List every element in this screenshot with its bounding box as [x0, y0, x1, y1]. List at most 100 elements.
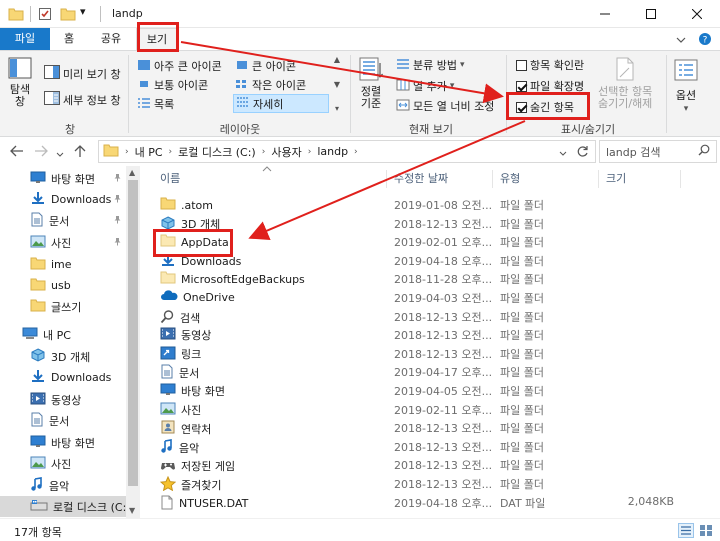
- file-date-cell: 2018-12-13 오전...: [394, 217, 492, 231]
- table-row[interactable]: Downloads 2019-04-18 오후... 파일 폴더: [154, 251, 714, 269]
- add-columns-button[interactable]: 열 추가 ▾: [396, 78, 454, 94]
- layout-list[interactable]: 목록: [137, 96, 174, 112]
- file-extensions-toggle[interactable]: 파일 확장명: [516, 78, 584, 94]
- quick-access-dropdown[interactable]: ▾: [80, 5, 86, 18]
- chevron-down-icon[interactable]: [676, 34, 686, 47]
- item-checkboxes-checkbox[interactable]: [516, 59, 527, 71]
- hide-selected-button[interactable]: 선택한 항목 숨기기/해제: [598, 57, 652, 110]
- table-row[interactable]: .atom 2019-01-08 오전... 파일 폴더: [154, 195, 714, 213]
- file-type-cell: 파일 폴더: [500, 366, 544, 380]
- sidebar-item-item-13[interactable]: 사진: [0, 453, 126, 474]
- properties-icon[interactable]: [38, 7, 52, 24]
- sidebar-item-item-3[interactable]: 사진: [0, 232, 126, 253]
- table-row[interactable]: 동영상 2018-12-13 오전... 파일 폴더: [154, 325, 714, 343]
- close-button[interactable]: [674, 0, 720, 28]
- table-row[interactable]: 3D 개체 2018-12-13 오전... 파일 폴더: [154, 214, 714, 232]
- tab-file[interactable]: 파일: [0, 28, 50, 50]
- scroll-up-icon[interactable]: ▲: [129, 168, 135, 177]
- group-by-button[interactable]: 분류 방법 ▾: [396, 57, 465, 73]
- table-row[interactable]: 음악 2018-12-13 오전... 파일 폴더: [154, 437, 714, 455]
- file-extensions-checkbox[interactable]: [516, 80, 527, 92]
- file-date-cell: 2018-12-13 오전...: [394, 478, 492, 491]
- table-row[interactable]: 즐겨찾기 2018-12-13 오전... 파일 폴더: [154, 474, 714, 492]
- sidebar-item-pc[interactable]: 내 PC: [0, 324, 126, 345]
- minimize-button[interactable]: [582, 0, 628, 28]
- table-row[interactable]: 저장된 게임 2018-12-13 오전... 파일 폴더: [154, 455, 714, 473]
- table-row[interactable]: MicrosoftEdgeBackups 2018-11-28 오후... 파일…: [154, 269, 714, 287]
- tab-view[interactable]: 보기: [136, 28, 178, 50]
- sidebar-item-item-0[interactable]: 바탕 화면: [0, 168, 126, 189]
- layout-details[interactable]: 자세히: [233, 94, 329, 113]
- back-arrow-icon[interactable]: [10, 145, 24, 160]
- breadcrumb-this-pc[interactable]: 내 PC: [135, 144, 163, 160]
- tab-home[interactable]: 홈: [54, 28, 84, 50]
- sidebar-item-item-12[interactable]: 바탕 화면: [0, 432, 126, 453]
- address-bar[interactable]: › 내 PC › 로컬 디스크 (C:) › 사용자 › landp ›: [98, 140, 596, 163]
- sidebar-item-downloads[interactable]: Downloads: [0, 189, 126, 210]
- add-columns-icon: [396, 79, 410, 94]
- sidebar-item-item-11[interactable]: 문서: [0, 410, 126, 431]
- chevron-down-icon[interactable]: ▼: [334, 80, 340, 89]
- sidebar-item-item-14[interactable]: 음악: [0, 475, 126, 496]
- column-header-name[interactable]: 이름: [154, 166, 386, 192]
- file-type-cell: 파일 폴더: [500, 254, 544, 268]
- forward-arrow-icon[interactable]: [34, 145, 48, 160]
- maximize-button[interactable]: [628, 0, 674, 28]
- sidebar-item-downloads[interactable]: Downloads: [0, 367, 126, 388]
- sidebar-item-item-6[interactable]: 글쓰기: [0, 296, 126, 317]
- layout-medium-icons[interactable]: 보통 아이콘: [137, 77, 208, 93]
- address-dropdown-icon[interactable]: [559, 147, 567, 160]
- new-folder-icon[interactable]: [60, 7, 76, 24]
- sidebar-item-label: usb: [51, 279, 71, 292]
- table-row[interactable]: 연락처 2018-12-13 오전... 파일 폴더: [154, 418, 714, 436]
- breadcrumb-users[interactable]: 사용자: [271, 144, 301, 160]
- recent-locations-icon[interactable]: [56, 147, 64, 161]
- sidebar-item-c[interactable]: 로컬 디스크 (C:): [0, 496, 131, 517]
- sidebar-item-ime[interactable]: ime: [0, 254, 126, 275]
- options-button[interactable]: 옵션 ▾: [674, 59, 698, 114]
- scroll-down-icon[interactable]: ▼: [129, 506, 135, 515]
- help-icon[interactable]: ?: [698, 32, 712, 49]
- up-arrow-icon[interactable]: [74, 145, 86, 161]
- large-icons-view-toggle[interactable]: [698, 523, 714, 538]
- table-row[interactable]: 검색 2018-12-13 오전... 파일 폴더: [154, 307, 714, 325]
- details-pane-button[interactable]: 세부 정보 창: [44, 91, 121, 108]
- item-count: 17개 항목: [14, 526, 62, 539]
- column-header-type[interactable]: 유형: [494, 166, 598, 192]
- details-view-toggle[interactable]: [678, 523, 694, 538]
- table-row[interactable]: 사진 2019-02-11 오후... 파일 폴더: [154, 400, 714, 418]
- column-header-size[interactable]: 크기: [600, 166, 680, 192]
- table-row[interactable]: 바탕 화면 2019-04-05 오전... 파일 폴더: [154, 381, 714, 399]
- chevron-up-icon[interactable]: ▲: [334, 55, 340, 64]
- layout-large-icons[interactable]: 큰 아이콘: [235, 58, 296, 74]
- table-row[interactable]: NTUSER.DAT 2019-04-18 오후... DAT 파일 2,048…: [154, 493, 714, 511]
- table-row[interactable]: 링크 2018-12-13 오전... 파일 폴더: [154, 344, 714, 362]
- navigation-pane-button[interactable]: 탐색 창: [8, 57, 32, 108]
- hidden-items-toggle[interactable]: 숨긴 항목: [516, 99, 574, 115]
- item-checkboxes-toggle[interactable]: 항목 확인란: [516, 57, 584, 73]
- sidebar-item-item-2[interactable]: 문서: [0, 210, 126, 231]
- hidden-items-checkbox[interactable]: [516, 101, 527, 113]
- breadcrumb-local-disk[interactable]: 로컬 디스크 (C:): [178, 144, 256, 160]
- column-header-date[interactable]: 수정한 날짜: [388, 166, 492, 192]
- search-input[interactable]: landp 검색: [599, 140, 717, 163]
- sidebar-item-3d[interactable]: 3D 개체: [0, 346, 126, 367]
- sidebar-item-label: 문서: [49, 214, 70, 228]
- layout-extra-large-icons[interactable]: 아주 큰 아이콘: [137, 58, 222, 74]
- size-all-columns-button[interactable]: 모든 열 너비 조정: [396, 98, 494, 114]
- table-row[interactable]: OneDrive 2019-04-03 오전... 파일 폴더: [154, 288, 714, 306]
- scrollbar-thumb[interactable]: [128, 180, 138, 486]
- tab-share[interactable]: 공유: [92, 28, 130, 50]
- preview-pane-button[interactable]: 미리 보기 창: [44, 65, 121, 82]
- layout-gallery-scroll[interactable]: ▲ ▼ ▾: [331, 55, 343, 113]
- table-row[interactable]: AppData 2019-02-01 오후... 파일 폴더: [154, 232, 714, 250]
- sort-by-button[interactable]: 정렬 기준: [358, 57, 384, 110]
- expand-gallery-icon[interactable]: ▾: [335, 104, 339, 113]
- sidebar-item-usb[interactable]: usb: [0, 275, 126, 296]
- table-row[interactable]: 문서 2019-04-17 오후... 파일 폴더: [154, 362, 714, 380]
- refresh-icon[interactable]: [576, 145, 589, 161]
- sidebar-item-item-10[interactable]: 동영상: [0, 389, 126, 410]
- layout-small-icons[interactable]: 작은 아이콘: [235, 77, 306, 93]
- nav-pane-scrollbar[interactable]: ▲ ▼: [126, 166, 140, 518]
- breadcrumb-landp[interactable]: landp: [317, 145, 348, 158]
